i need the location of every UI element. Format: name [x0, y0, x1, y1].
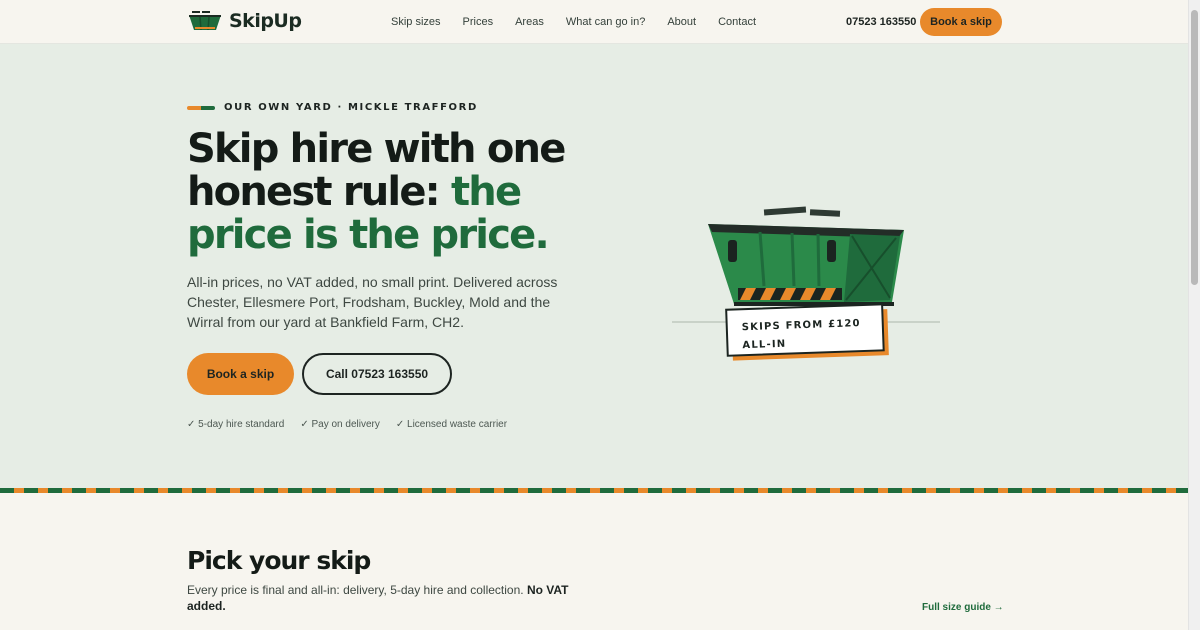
trust-list: ✓ 5-day hire standard ✓ Pay on delivery … — [187, 419, 523, 430]
trust-item: ✓ 5-day hire standard — [187, 419, 285, 430]
hero-headline: Skip hire with one honest rule: the pric… — [187, 128, 607, 257]
hero-lede: All-in prices, no VAT added, no small pr… — [187, 274, 558, 330]
nav-prices[interactable]: Prices — [463, 16, 494, 28]
hero-eyebrow: OUR OWN YARD · MICKLE TRAFFORD — [187, 102, 478, 113]
header-phone-link[interactable]: 07523 163550 — [846, 16, 916, 28]
hazard-divider — [0, 488, 1188, 493]
skip-illustration: SKIPS FROM £120 ALL-IN — [672, 206, 940, 361]
nav-what-can-go-in[interactable]: What can go in? — [566, 16, 646, 28]
section-description-text: Every price is final and all-in: deliver… — [187, 583, 527, 597]
site-header: SkipUp Skip sizes Prices Areas What can … — [0, 0, 1188, 44]
nav-contact[interactable]: Contact — [718, 16, 756, 28]
nav-about[interactable]: About — [667, 16, 696, 28]
main-nav: Skip sizes Prices Areas What can go in? … — [391, 16, 778, 28]
trust-item: ✓ Licensed waste carrier — [395, 419, 508, 430]
logo-link[interactable]: SkipUp — [189, 10, 302, 32]
eyebrow-stripe — [187, 105, 215, 110]
scrollbar-thumb[interactable] — [1191, 10, 1198, 285]
header-book-button[interactable]: Book a skip — [920, 8, 1002, 36]
price-tag-line2: ALL-IN — [742, 339, 786, 352]
hero-section — [0, 44, 1188, 488]
book-skip-button[interactable]: Book a skip — [187, 353, 294, 395]
section-title: Pick your skip — [187, 546, 371, 575]
scrollbar[interactable] — [1188, 0, 1200, 630]
call-button[interactable]: Call 07523 163550 — [302, 353, 452, 395]
full-size-guide-link[interactable]: Full size guide → — [922, 602, 1004, 613]
section-description: Every price is final and all-in: deliver… — [187, 582, 587, 614]
skip-icon — [189, 11, 221, 31]
eyebrow-text: OUR OWN YARD · MICKLE TRAFFORD — [224, 102, 478, 113]
nav-skip-sizes[interactable]: Skip sizes — [391, 16, 441, 28]
logo-text: SkipUp — [229, 10, 302, 32]
nav-areas[interactable]: Areas — [515, 16, 544, 28]
trust-item: ✓ Pay on delivery — [300, 419, 380, 430]
